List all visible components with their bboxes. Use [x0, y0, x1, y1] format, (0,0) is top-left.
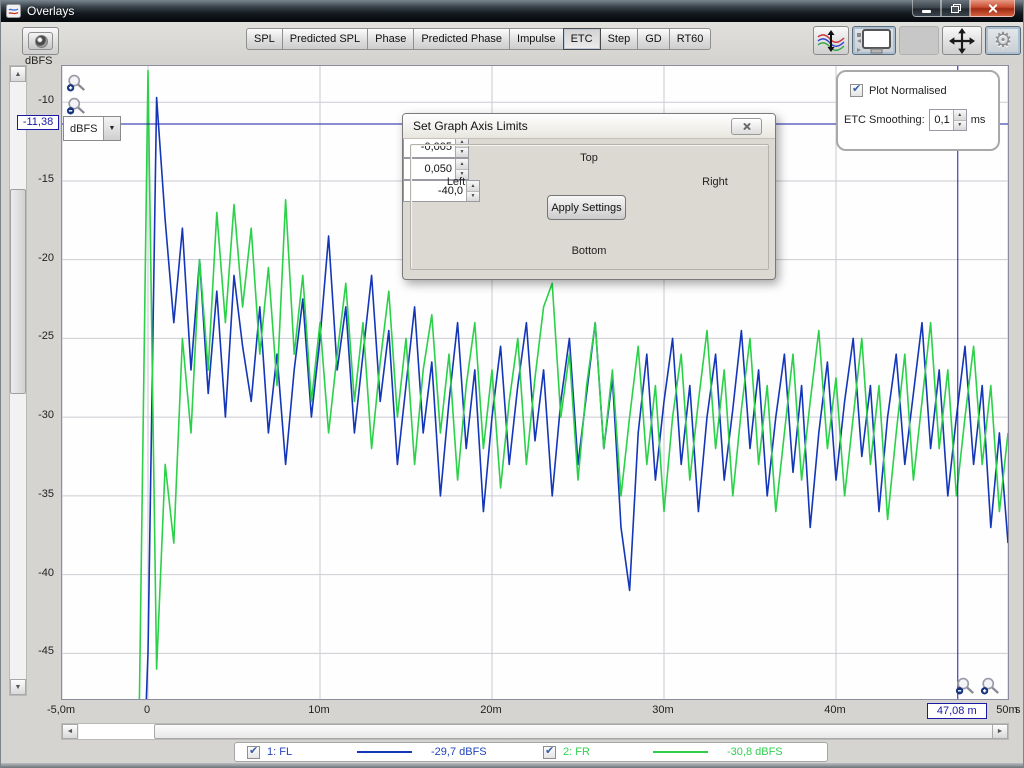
- toolbar-right-buttons: ⚙: [813, 26, 1021, 55]
- vertical-scrollbar-thumb[interactable]: [10, 189, 26, 394]
- tab-gd[interactable]: GD: [637, 28, 670, 50]
- tab-phase[interactable]: Phase: [367, 28, 414, 50]
- y-tick-label: -45: [24, 645, 54, 657]
- checkbox-check-icon: ✔: [852, 82, 861, 95]
- y-tick-label: -15: [24, 173, 54, 185]
- x-tick-label: 20m: [461, 704, 521, 716]
- etc-smoothing-spinner[interactable]: 0,1 ▲▼: [929, 109, 967, 131]
- java-coffee-icon: [6, 4, 21, 18]
- tab-predicted-phase[interactable]: Predicted Phase: [413, 28, 510, 50]
- zoom-out-icon[interactable]: [66, 97, 86, 115]
- move-graph-button[interactable]: [942, 26, 982, 55]
- restore-icon: [951, 4, 961, 13]
- scroll-right-icon[interactable]: ►: [992, 724, 1008, 739]
- scroll-up-icon[interactable]: ▲: [10, 66, 26, 82]
- y-tick-label: -20: [24, 252, 54, 264]
- tab-rt60[interactable]: RT60: [669, 28, 712, 50]
- dialog-title: Set Graph Axis Limits: [403, 119, 528, 133]
- overlay-arrange-icon: [816, 30, 846, 52]
- set-graph-axis-limits-dialog: Set Graph Axis Limits Top 0,0 ▲▼ Left -0…: [402, 113, 776, 280]
- etc-smoothing-unit: ms: [971, 114, 986, 126]
- y-tick-label: -35: [24, 488, 54, 500]
- camera-icon: [28, 32, 53, 50]
- gear-icon: ⚙: [994, 30, 1013, 51]
- top-limit-label: Top: [403, 152, 775, 164]
- minimize-button[interactable]: [912, 0, 941, 17]
- scroll-left-icon[interactable]: ◄: [62, 724, 78, 739]
- x-axis-labels: s 47,08 m -5,0m010m20m30m40m50m: [61, 703, 1009, 721]
- trace-cursor-level: -29,7 dBFS: [431, 746, 519, 758]
- tab-step[interactable]: Step: [600, 28, 639, 50]
- checkbox-check-icon: ✔: [249, 744, 258, 757]
- x-tick-label: -5,0m: [31, 704, 91, 716]
- bottom-limit-label: Bottom: [403, 245, 775, 257]
- titlebar: Overlays: [1, 0, 1023, 22]
- etc-controls-panel: ✔ Plot Normalised ETC Smoothing: 0,1 ▲▼ …: [836, 70, 1000, 151]
- trace-cursor-level: -30,8 dBFS: [727, 746, 815, 758]
- zoom-in-icon[interactable]: [980, 677, 1000, 695]
- minimize-icon: [922, 10, 931, 13]
- horizontal-scrollbar[interactable]: ◄ ►: [61, 723, 1009, 740]
- trace-label: 2: FR: [563, 746, 590, 758]
- y-tick-label: -10: [24, 94, 54, 106]
- checkbox-check-icon: ✔: [545, 744, 554, 757]
- window-title: Overlays: [27, 4, 74, 18]
- horizontal-scrollbar-thumb[interactable]: [154, 724, 1005, 739]
- x-tick-label: 30m: [633, 704, 693, 716]
- pan-view-button[interactable]: [852, 26, 896, 55]
- trace-color-sample: [357, 751, 412, 753]
- etc-smoothing-label: ETC Smoothing:: [844, 114, 925, 126]
- x-tick-label: 40m: [805, 704, 865, 716]
- left-limit-label: Left: [430, 176, 482, 188]
- graph-tab-strip: SPLPredicted SPLPhasePredicted PhaseImpu…: [246, 28, 711, 50]
- close-button[interactable]: [970, 0, 1015, 17]
- legend-entry-1: ✔ 1: FL -29,7 dBFS: [235, 746, 531, 759]
- scroll-down-icon[interactable]: ▼: [10, 679, 26, 695]
- spinner-up-icon[interactable]: ▲: [954, 110, 966, 121]
- pan-view-icon: [856, 28, 892, 54]
- trace-1-checkbox[interactable]: ✔: [247, 746, 260, 759]
- dropdown-arrow-icon[interactable]: ▼: [103, 117, 120, 140]
- x-tick-label: 0: [117, 704, 177, 716]
- dialog-close-button[interactable]: [731, 118, 762, 135]
- trace-legend: ✔ 1: FL -29,7 dBFS ✔ 2: FR -30,8 dBFS: [234, 742, 828, 762]
- graph-settings-button[interactable]: ⚙: [985, 26, 1021, 55]
- trace-color-sample: [653, 751, 708, 753]
- y-tick-label: -40: [24, 567, 54, 579]
- overlays-window: Overlays dBFS SPLPredicted SPLPhasePredi…: [0, 0, 1024, 768]
- tab-impulse[interactable]: Impulse: [509, 28, 564, 50]
- close-icon: [987, 3, 998, 14]
- plot-normalised-label: Plot Normalised: [869, 85, 947, 97]
- y-cursor-value: -11,38: [17, 115, 59, 130]
- dialog-titlebar[interactable]: Set Graph Axis Limits: [403, 114, 775, 139]
- zoom-in-icon[interactable]: [66, 74, 86, 92]
- right-limit-label: Right: [689, 176, 741, 188]
- trace-2-checkbox[interactable]: ✔: [543, 746, 556, 759]
- tab-spl[interactable]: SPL: [246, 28, 283, 50]
- disabled-toolbar-button: [899, 26, 939, 55]
- overlay-arrange-button[interactable]: [813, 26, 849, 55]
- plot-normalised-checkbox[interactable]: ✔: [850, 84, 863, 97]
- apply-settings-button[interactable]: Apply Settings: [547, 195, 626, 220]
- trace-label: 1: FL: [267, 746, 292, 758]
- y-tick-label: -30: [24, 409, 54, 421]
- restore-button[interactable]: [941, 0, 970, 17]
- etc-smoothing-value: 0,1: [930, 110, 953, 130]
- tab-etc[interactable]: ETC: [563, 28, 601, 50]
- legend-entry-2: ✔ 2: FR -30,8 dBFS: [531, 746, 827, 759]
- y-tick-label: -25: [24, 330, 54, 342]
- vertical-scrollbar[interactable]: ▲ ▼: [9, 65, 27, 696]
- x-cursor-value: 47,08 m: [927, 703, 987, 719]
- close-icon: [742, 122, 751, 131]
- zoom-out-icon[interactable]: [955, 677, 975, 695]
- y-axis-labels: -10 -15 -20 -25 -30 -35 -40 -45: [27, 65, 57, 700]
- spinner-down-icon[interactable]: ▼: [954, 121, 966, 131]
- window-bottom-frame: [1, 763, 1023, 768]
- tab-predicted-spl[interactable]: Predicted SPL: [282, 28, 368, 50]
- y-axis-unit-selector[interactable]: dBFS ▼: [63, 116, 121, 141]
- x-tick-label: 10m: [289, 704, 349, 716]
- capture-graph-button[interactable]: [22, 27, 59, 55]
- move-icon: [949, 28, 975, 54]
- y-axis-unit-selector-value: dBFS: [64, 123, 103, 135]
